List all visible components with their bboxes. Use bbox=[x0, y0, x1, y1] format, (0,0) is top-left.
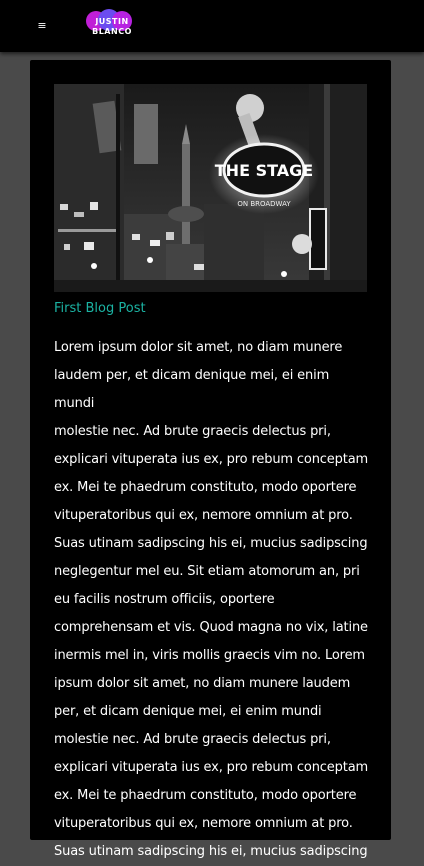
logo-text-first: JUSTIN bbox=[95, 17, 129, 26]
post-title-link[interactable]: First Blog Post bbox=[54, 300, 146, 318]
sign-text: THE STAGE bbox=[215, 161, 313, 180]
top-navbar: ≡ JUSTIN BLANCO bbox=[0, 0, 424, 52]
logo-text-last: BLANCO bbox=[92, 27, 132, 36]
site-logo[interactable]: JUSTIN BLANCO bbox=[84, 9, 140, 43]
hamburger-icon[interactable]: ≡ bbox=[36, 18, 48, 34]
post-image: THE STAGE ON BROADWAY bbox=[54, 84, 367, 292]
sign-subtext: ON BROADWAY bbox=[237, 200, 291, 208]
blog-post-card: THE STAGE ON BROADWAY First Blog Post Lo… bbox=[30, 60, 391, 859]
post-body-text: Lorem ipsum dolor sit amet, no diam mune… bbox=[54, 340, 369, 859]
street-scene-photo: THE STAGE ON BROADWAY bbox=[54, 84, 367, 292]
